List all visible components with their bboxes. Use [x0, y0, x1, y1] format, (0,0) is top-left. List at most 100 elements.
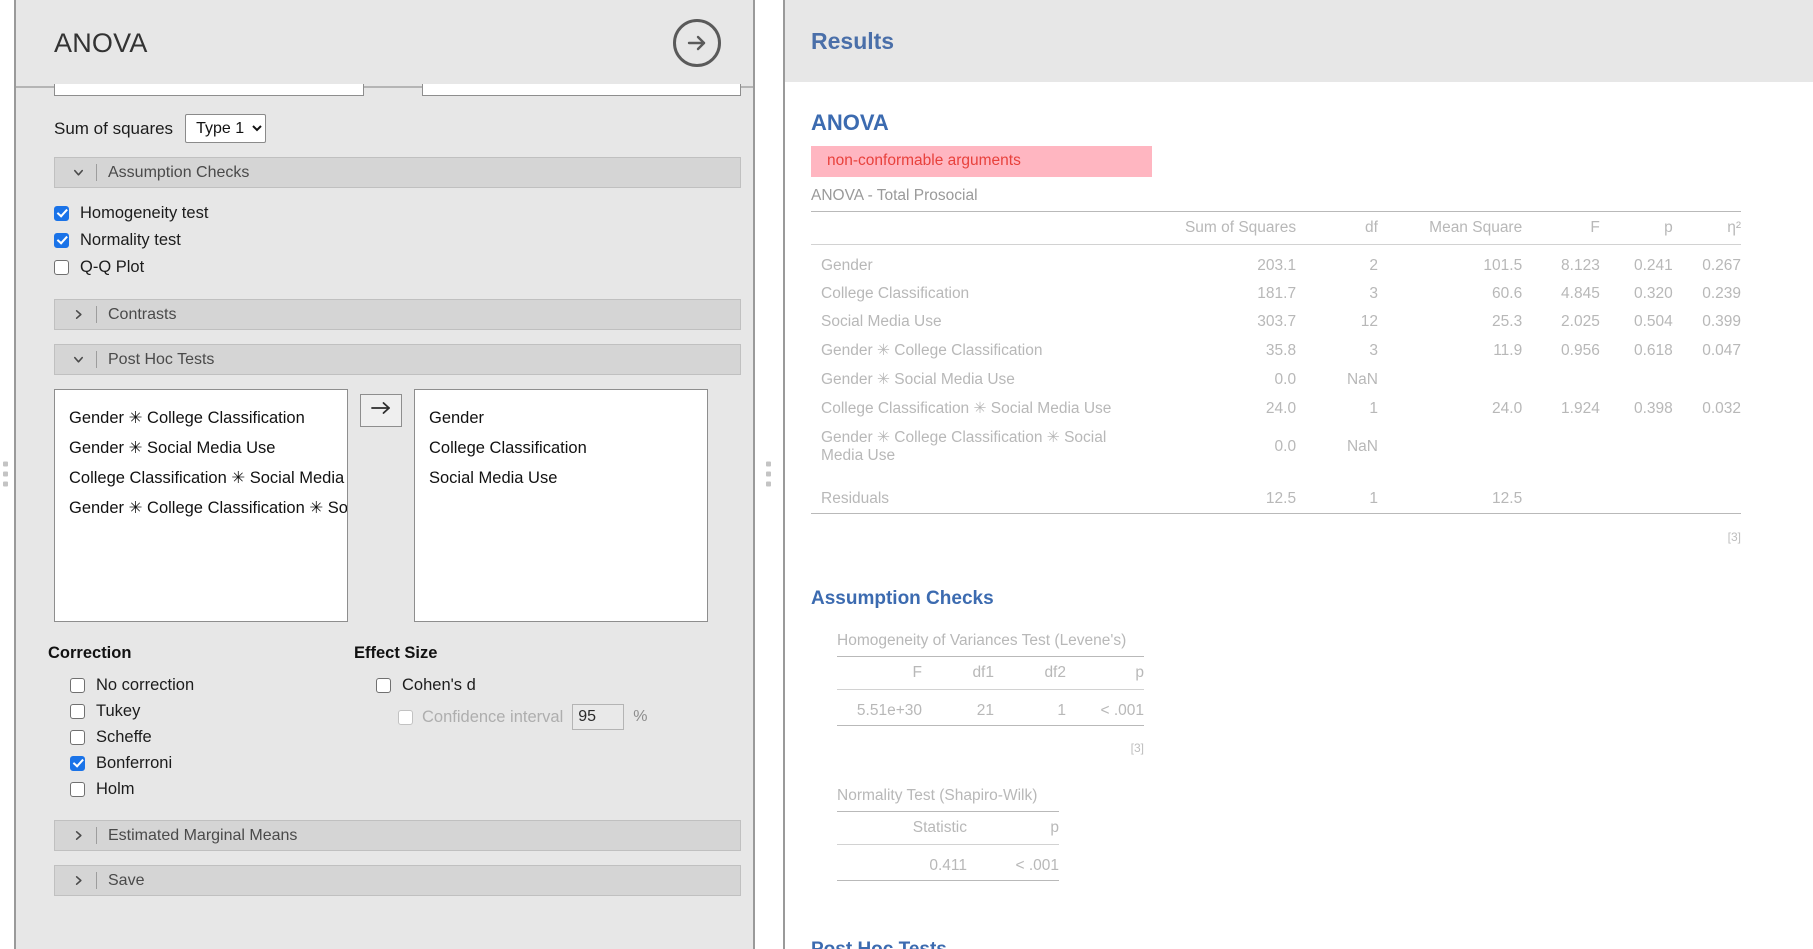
- table-body: 0.411 < .001: [837, 845, 1059, 881]
- divider: [96, 827, 97, 844]
- list-item[interactable]: Gender ✳ College Classification: [55, 403, 347, 433]
- cell-df: 1: [1369, 490, 1378, 507]
- checkbox-normality-test[interactable]: Normality test: [54, 227, 753, 253]
- cell-f: 5.51e+30: [856, 701, 922, 719]
- post-hoc-available-list[interactable]: Gender ✳ College Classification Gender ✳…: [54, 389, 348, 622]
- section-header-post-hoc-tests[interactable]: Post Hoc Tests: [54, 344, 741, 375]
- splitter-grip-icon[interactable]: [766, 461, 771, 487]
- checkbox-cohens-d[interactable]: Cohen's d: [354, 672, 741, 698]
- cell-ss: 203.1: [1257, 257, 1297, 274]
- table-head: F df1 df2 p: [837, 655, 1144, 690]
- checkbox-label: Tukey: [96, 701, 141, 720]
- sum-of-squares-row: Sum of squares Type 1: [16, 96, 753, 143]
- checkbox-icon[interactable]: [54, 259, 69, 275]
- splitter-grip-icon[interactable]: [3, 461, 8, 487]
- collapse-options-button[interactable]: [673, 19, 721, 67]
- checkbox-icon[interactable]: [54, 205, 69, 221]
- post-hoc-selected-list[interactable]: Gender College Classification Social Med…: [414, 389, 708, 622]
- cell-f: [1522, 365, 1600, 394]
- cell-term: Gender ✳ College Classification: [821, 342, 1043, 359]
- list-item[interactable]: Gender: [415, 403, 707, 433]
- checkbox-label: Normality test: [80, 230, 181, 249]
- table-head: Sum of Squares df Mean Square F p η²: [811, 211, 1741, 245]
- checkbox-icon[interactable]: [398, 709, 413, 725]
- col-header-p: p: [1066, 655, 1144, 690]
- app-root: ANOVA Sum of squares Type 1 Assumption C…: [0, 0, 1813, 949]
- checkbox-icon[interactable]: [70, 755, 85, 771]
- list-item[interactable]: Gender ✳ College Classification ✳ Social…: [55, 493, 347, 523]
- cell-f: 0.956: [1561, 341, 1600, 359]
- cell-p: 0.504: [1633, 313, 1673, 330]
- confidence-interval-label: Confidence interval: [422, 707, 564, 726]
- cell-ms: 25.3: [1492, 313, 1523, 330]
- section-header-save[interactable]: Save: [54, 865, 741, 896]
- left-splitter[interactable]: [0, 0, 14, 949]
- cell-eta: 0.399: [1702, 313, 1741, 330]
- checkbox-icon[interactable]: [70, 677, 85, 693]
- anova-footnote-wrap: [3]: [811, 530, 1741, 544]
- table-body: 5.51e+30 21 1 < .001: [837, 689, 1144, 725]
- dependent-variable-box[interactable]: [54, 84, 365, 96]
- checkbox-icon[interactable]: [70, 703, 85, 719]
- arrow-right-icon: [370, 401, 392, 420]
- checkbox-label: No correction: [96, 675, 195, 694]
- section-label: Assumption Checks: [108, 163, 250, 181]
- table-row: College Classification ✳ Social Media Us…: [811, 394, 1741, 423]
- options-panel-header: ANOVA: [16, 0, 753, 88]
- table-row: Gender ✳ College Classification ✳ Social…: [811, 423, 1741, 470]
- confidence-interval-input[interactable]: [572, 704, 625, 730]
- percent-label: %: [633, 708, 648, 725]
- checkbox-icon[interactable]: [70, 729, 85, 745]
- table-header-row: Sum of Squares df Mean Square F p η²: [811, 211, 1741, 245]
- table-header-row: F df1 df2 p: [837, 655, 1144, 690]
- cell-ms: 24.0: [1492, 399, 1523, 417]
- cell-df: 3: [1369, 285, 1378, 302]
- list-item[interactable]: College Classification ✳ Social Media Us…: [55, 463, 347, 493]
- cell-p: < .001: [1015, 857, 1059, 874]
- cell-ms: 60.6: [1492, 285, 1523, 302]
- table-row: 5.51e+30 21 1 < .001: [837, 689, 1144, 725]
- chevron-right-icon: [69, 829, 87, 842]
- section-header-estimated-marginal-means[interactable]: Estimated Marginal Means: [54, 820, 741, 851]
- levene-test-table: F df1 df2 p 5.51e+30 21 1 < .001: [837, 655, 1144, 735]
- variable-boxes-cutoff: [16, 84, 753, 96]
- checkbox-icon[interactable]: [376, 677, 391, 693]
- list-item[interactable]: Social Media Use: [415, 463, 707, 493]
- assumption-checks-heading: Assumption Checks: [811, 587, 994, 609]
- checkbox-scheffe[interactable]: Scheffe: [48, 724, 354, 750]
- fixed-factors-box[interactable]: [422, 84, 741, 96]
- checkbox-qq-plot[interactable]: Q-Q Plot: [54, 254, 753, 280]
- checkbox-tukey[interactable]: Tukey: [48, 698, 354, 724]
- effect-size-heading: Effect Size: [354, 644, 438, 662]
- section-header-assumption-checks[interactable]: Assumption Checks: [54, 157, 741, 188]
- cell-eta: 0.047: [1702, 341, 1741, 359]
- checkbox-icon[interactable]: [70, 781, 85, 797]
- transfer-right-button[interactable]: [360, 394, 402, 427]
- cell-df: 12: [1360, 313, 1378, 330]
- checkbox-holm[interactable]: Holm: [48, 776, 354, 802]
- list-item[interactable]: College Classification: [415, 433, 707, 463]
- cell-df: NaN: [1346, 370, 1378, 388]
- cell-p: 0.320: [1633, 285, 1673, 302]
- cell-f: 8.123: [1561, 257, 1600, 274]
- cell-ss: 35.8: [1265, 341, 1297, 359]
- cell-eta: 0.267: [1702, 257, 1741, 274]
- cell-eta: 0.032: [1702, 399, 1741, 417]
- checkbox-homogeneity-test[interactable]: Homogeneity test: [54, 200, 753, 226]
- divider: [96, 164, 97, 181]
- arrow-right-circle-icon: [685, 31, 709, 55]
- cell-term: Social Media Use: [821, 313, 942, 330]
- checkbox-icon[interactable]: [54, 232, 69, 248]
- checkbox-no-correction[interactable]: No correction: [48, 672, 354, 698]
- section-header-contrasts[interactable]: Contrasts: [54, 299, 741, 330]
- cell-p: 0.241: [1633, 257, 1673, 274]
- panel-splitter[interactable]: [755, 0, 783, 949]
- checkbox-label: Holm: [96, 779, 135, 798]
- col-header-df1: df1: [922, 655, 994, 690]
- sum-of-squares-select[interactable]: Type 1: [185, 114, 267, 143]
- results-panel: Results ANOVA non-conformable arguments …: [783, 0, 1813, 949]
- checkbox-bonferroni[interactable]: Bonferroni: [48, 750, 354, 776]
- list-item[interactable]: Gender ✳ Social Media Use: [55, 433, 347, 463]
- correction-heading: Correction: [48, 644, 132, 662]
- results-header: Results: [785, 0, 1813, 82]
